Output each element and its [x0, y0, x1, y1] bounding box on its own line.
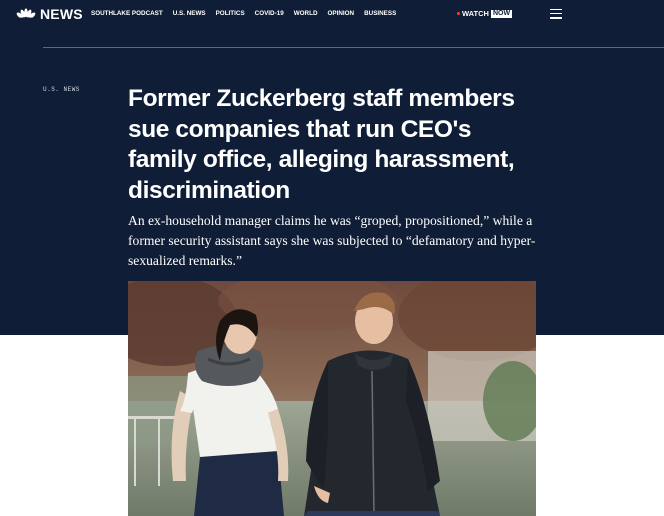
- section-label[interactable]: U.S. NEWS: [43, 86, 80, 94]
- nav-link-southlake-podcast[interactable]: SOUTHLAKE PODCAST: [91, 10, 163, 18]
- peacock-icon: [16, 8, 36, 20]
- nav-link-world[interactable]: WORLD: [294, 10, 318, 18]
- section-nav: SOUTHLAKE PODCAST U.S. NEWS POLITICS COV…: [91, 10, 406, 18]
- article-hero-image: [128, 281, 536, 516]
- header-divider: [43, 47, 664, 48]
- watch-now-badge: NOW: [490, 9, 513, 18]
- logo-text: NEWS: [40, 6, 83, 22]
- nav-link-business[interactable]: BUSINESS: [364, 10, 396, 18]
- hero-photo-illustration: [128, 281, 536, 516]
- page: NEWS SOUTHLAKE PODCAST U.S. NEWS POLITIC…: [0, 0, 664, 516]
- watch-label: WATCH: [462, 9, 489, 18]
- live-dot-icon: [457, 12, 460, 15]
- watch-now-button[interactable]: WATCH NOW: [457, 9, 513, 18]
- hamburger-menu-icon[interactable]: [550, 9, 562, 19]
- article-dek: An ex-household manager claims he was “g…: [128, 213, 536, 268]
- article-headline: Former Zuckerberg staff members sue comp…: [128, 85, 515, 204]
- nbc-news-logo[interactable]: NEWS: [16, 7, 83, 21]
- nav-link-us-news[interactable]: U.S. NEWS: [173, 10, 206, 18]
- nav-link-politics[interactable]: POLITICS: [216, 10, 245, 18]
- nav-link-opinion[interactable]: OPINION: [328, 10, 355, 18]
- top-navigation: NEWS SOUTHLAKE PODCAST U.S. NEWS POLITIC…: [0, 0, 664, 30]
- nav-link-covid-19[interactable]: COVID-19: [255, 10, 284, 18]
